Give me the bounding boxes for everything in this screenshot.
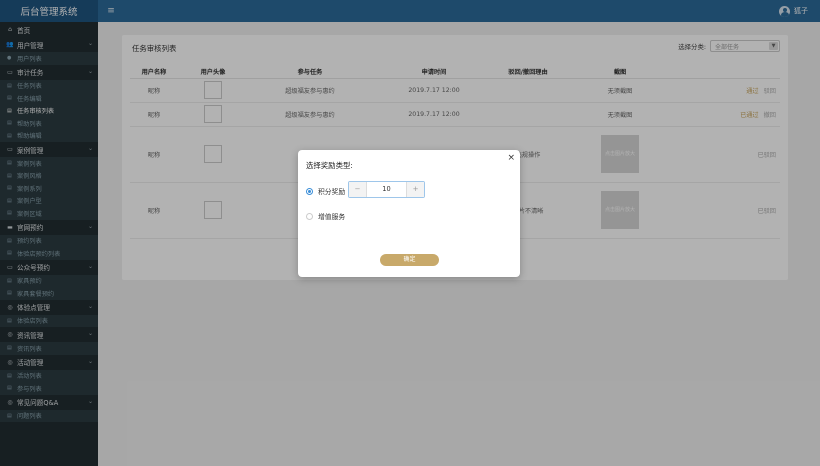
points-input[interactable]: 10 — [366, 182, 407, 197]
points-reward-label: 积分奖励 — [318, 188, 346, 196]
modal-title: 选择奖励类型: — [306, 161, 353, 170]
points-reward-option[interactable]: 积分奖励 — [306, 186, 345, 196]
close-icon[interactable]: × — [507, 153, 515, 163]
increment-button[interactable]: + — [407, 182, 424, 197]
service-label: 增值服务 — [318, 213, 346, 221]
decrement-button[interactable]: − — [349, 182, 366, 197]
points-radio[interactable] — [306, 187, 313, 195]
value-added-service-option[interactable]: 增值服务 — [306, 211, 345, 221]
service-radio[interactable] — [306, 212, 313, 220]
reward-type-modal: 选择奖励类型: × 积分奖励 − 10 + 增值服务 确定 — [298, 150, 520, 277]
confirm-button[interactable]: 确定 — [380, 254, 439, 266]
points-stepper[interactable]: − 10 + — [348, 181, 425, 198]
